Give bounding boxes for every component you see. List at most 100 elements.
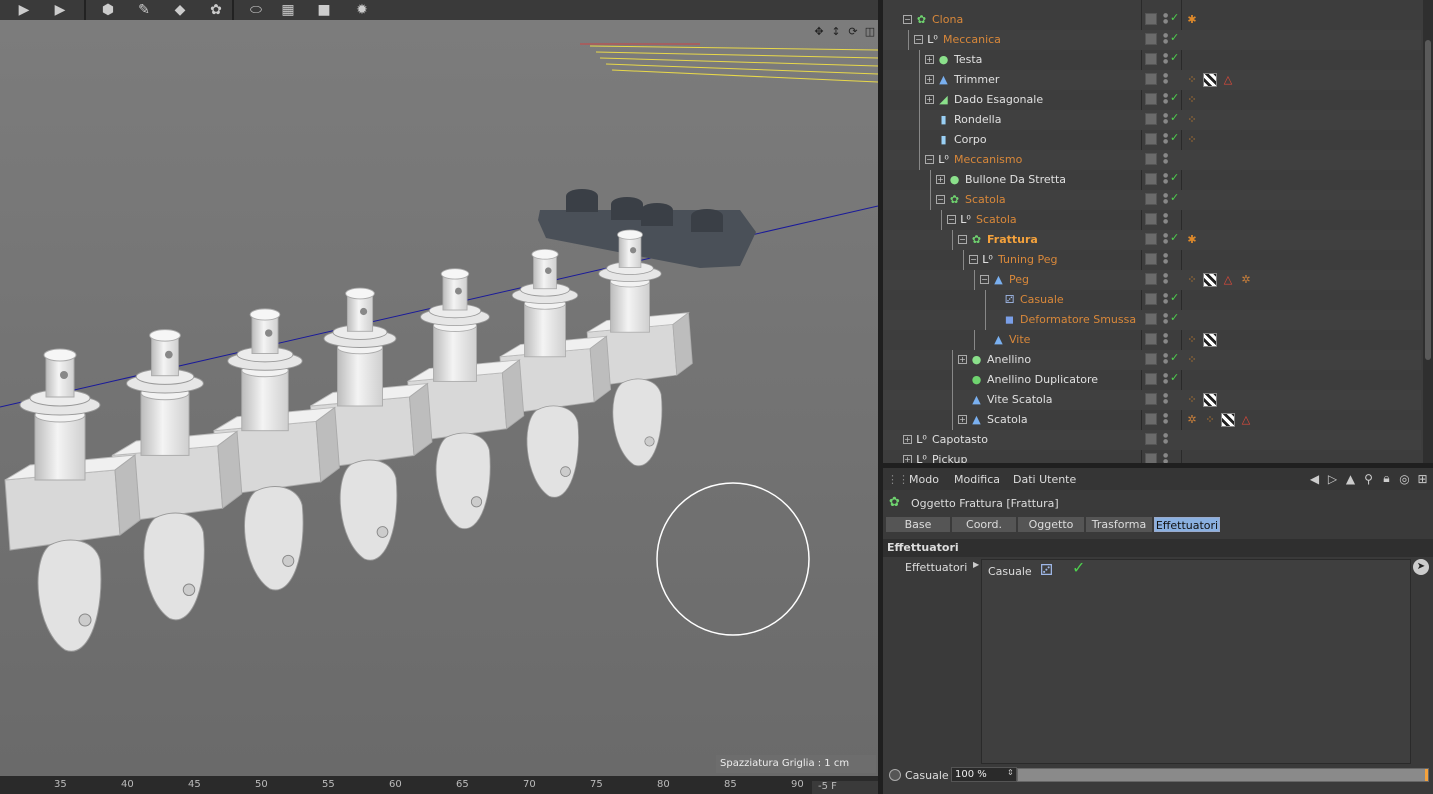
phong-tag-icon[interactable]: ⁘ <box>1185 93 1199 107</box>
expand-icon[interactable]: + <box>903 435 912 444</box>
light-icon[interactable]: ✹ <box>346 0 378 20</box>
warning-tag-icon[interactable]: △ <box>1239 413 1253 427</box>
object-row[interactable]: ▲ Vite ● ● ⁘ <box>883 330 1421 350</box>
layer-box-icon[interactable] <box>1145 73 1157 85</box>
cube-icon[interactable]: ⬢ <box>92 0 124 20</box>
object-name[interactable]: Trimmer <box>954 73 999 86</box>
object-row[interactable]: + ● Anellino ● ● ✓ ⁘ <box>883 350 1421 370</box>
object-row[interactable]: − ▲ Peg ● ● ⁘ △ ✲ <box>883 270 1421 290</box>
maximize-view-icon[interactable]: ◫ <box>863 24 877 38</box>
object-name[interactable]: Meccanismo <box>954 153 1022 166</box>
material-tag-icon[interactable] <box>1203 273 1217 287</box>
object-name[interactable]: Bullone Da Stretta <box>965 173 1066 186</box>
visibility-dots-icon[interactable]: ● ● <box>1163 413 1168 425</box>
object-row[interactable]: + L⁰ Pickup ● ● <box>883 450 1421 463</box>
new-panel-icon[interactable]: ⊞ <box>1416 471 1429 486</box>
layer-box-icon[interactable] <box>1145 153 1157 165</box>
phong-tag-icon[interactable]: ⁘ <box>1185 353 1199 367</box>
object-row[interactable]: + ● Bullone Da Stretta ● ● ✓ <box>883 170 1421 190</box>
object-row[interactable]: − ✿ Frattura ● ● ✓ ✱ <box>883 230 1421 250</box>
enabled-check-icon[interactable]: ✓ <box>1170 371 1179 384</box>
object-row[interactable]: − L⁰ Tuning Peg ● ● <box>883 250 1421 270</box>
object-name[interactable]: Corpo <box>954 133 987 146</box>
mograph-tag-icon[interactable]: ✱ <box>1185 233 1199 247</box>
visibility-dots-icon[interactable]: ● ● <box>1163 333 1168 345</box>
object-name[interactable]: Pickup <box>932 453 967 463</box>
object-name[interactable]: Testa <box>954 53 982 66</box>
object-row[interactable]: − L⁰ Meccanica ● ● ✓ <box>883 30 1421 50</box>
enabled-check-icon[interactable]: ✓ <box>1170 291 1179 304</box>
object-name[interactable]: Frattura <box>987 233 1038 246</box>
object-name[interactable]: Anellino <box>987 353 1031 366</box>
visibility-dots-icon[interactable]: ● ● <box>1163 293 1168 305</box>
enabled-check-icon[interactable]: ✓ <box>1072 558 1085 577</box>
menu-dati-utente[interactable]: Dati Utente <box>1013 473 1076 486</box>
visibility-dots-icon[interactable]: ● ● <box>1163 433 1168 445</box>
visibility-dots-icon[interactable]: ● ● <box>1163 13 1168 25</box>
object-row[interactable]: − L⁰ Meccanismo ● ● <box>883 150 1421 170</box>
visibility-dots-icon[interactable]: ● ● <box>1163 393 1168 405</box>
timeline-frame-field[interactable]: -5 F <box>812 781 878 794</box>
enabled-check-icon[interactable]: ✓ <box>1170 191 1179 204</box>
warning-tag-icon[interactable]: △ <box>1221 273 1235 287</box>
xpresso-tag-icon[interactable]: ✲ <box>1239 273 1253 287</box>
tab-effettuatori[interactable]: Effettuatori <box>1154 517 1220 532</box>
phong-tag-icon[interactable]: ⁘ <box>1203 413 1217 427</box>
expand-arrow-icon[interactable]: ▶ <box>973 560 979 569</box>
visibility-dots-icon[interactable]: ● ● <box>1163 193 1168 205</box>
object-row[interactable]: − ✿ Clona ● ● ✓ ✱ <box>883 10 1421 30</box>
object-row[interactable]: ⚂ Casuale ● ● ✓ <box>883 290 1421 310</box>
visibility-dots-icon[interactable]: ● ● <box>1163 373 1168 385</box>
layer-box-icon[interactable] <box>1145 393 1157 405</box>
spline-pen-icon[interactable]: ✎ <box>128 0 160 20</box>
object-name[interactable]: Vite Scatola <box>987 393 1053 406</box>
object-name[interactable]: Tuning Peg <box>998 253 1058 266</box>
animation-radio[interactable] <box>889 769 901 781</box>
object-name[interactable]: Deformatore Smussa <box>1020 313 1136 326</box>
effectors-list[interactable]: Casuale ⚂ ✓ <box>981 558 1411 764</box>
xpresso-tag-icon[interactable]: ✲ <box>1185 413 1199 427</box>
layer-box-icon[interactable] <box>1145 293 1157 305</box>
collapse-icon[interactable]: − <box>914 35 923 44</box>
layer-box-icon[interactable] <box>1145 93 1157 105</box>
layer-box-icon[interactable] <box>1145 433 1157 445</box>
phong-tag-icon[interactable]: ⁘ <box>1185 133 1199 147</box>
strength-slider[interactable] <box>1017 768 1429 782</box>
object-row[interactable]: ● Anellino Duplicatore ● ● ✓ <box>883 370 1421 390</box>
visibility-dots-icon[interactable]: ● ● <box>1163 153 1168 165</box>
layer-box-icon[interactable] <box>1145 233 1157 245</box>
object-row[interactable]: + ▲ Scatola ● ● ✲ ⁘ △ <box>883 410 1421 430</box>
object-row[interactable]: ▲ Vite Scatola ● ● ⁘ <box>883 390 1421 410</box>
expand-icon[interactable]: + <box>958 415 967 424</box>
visibility-dots-icon[interactable]: ● ● <box>1163 93 1168 105</box>
object-name[interactable]: Scatola <box>976 213 1017 226</box>
layer-box-icon[interactable] <box>1145 113 1157 125</box>
expand-icon[interactable]: + <box>958 355 967 364</box>
collapse-icon[interactable]: − <box>980 275 989 284</box>
material-tag-icon[interactable] <box>1203 393 1217 407</box>
visibility-dots-icon[interactable]: ● ● <box>1163 353 1168 365</box>
visibility-dots-icon[interactable]: ● ● <box>1163 213 1168 225</box>
phong-tag-icon[interactable]: ⁘ <box>1185 273 1199 287</box>
up-arrow-icon[interactable]: ▲ <box>1344 471 1357 486</box>
layer-box-icon[interactable] <box>1145 253 1157 265</box>
object-name[interactable]: Scatola <box>965 193 1006 206</box>
search-icon[interactable]: ⚲ <box>1362 471 1375 486</box>
object-name[interactable]: Dado Esagonale <box>954 93 1043 106</box>
object-name[interactable]: Rondella <box>954 113 1001 126</box>
tab-coord[interactable]: Coord. <box>952 517 1016 532</box>
lock-icon[interactable]: 🔒︎ <box>1380 471 1393 486</box>
object-row[interactable]: + ● Testa ● ● ✓ <box>883 50 1421 70</box>
phong-tag-icon[interactable]: ⁘ <box>1185 113 1199 127</box>
material-tag-icon[interactable] <box>1203 333 1217 347</box>
visibility-dots-icon[interactable]: ● ● <box>1163 453 1168 464</box>
layer-box-icon[interactable] <box>1145 33 1157 45</box>
layer-box-icon[interactable] <box>1145 333 1157 345</box>
visibility-dots-icon[interactable]: ● ● <box>1163 313 1168 325</box>
object-name[interactable]: Clona <box>932 13 963 26</box>
layer-box-icon[interactable] <box>1145 373 1157 385</box>
enabled-check-icon[interactable]: ✓ <box>1170 131 1179 144</box>
layer-box-icon[interactable] <box>1145 273 1157 285</box>
layer-box-icon[interactable] <box>1145 53 1157 65</box>
object-name[interactable]: Meccanica <box>943 33 1001 46</box>
